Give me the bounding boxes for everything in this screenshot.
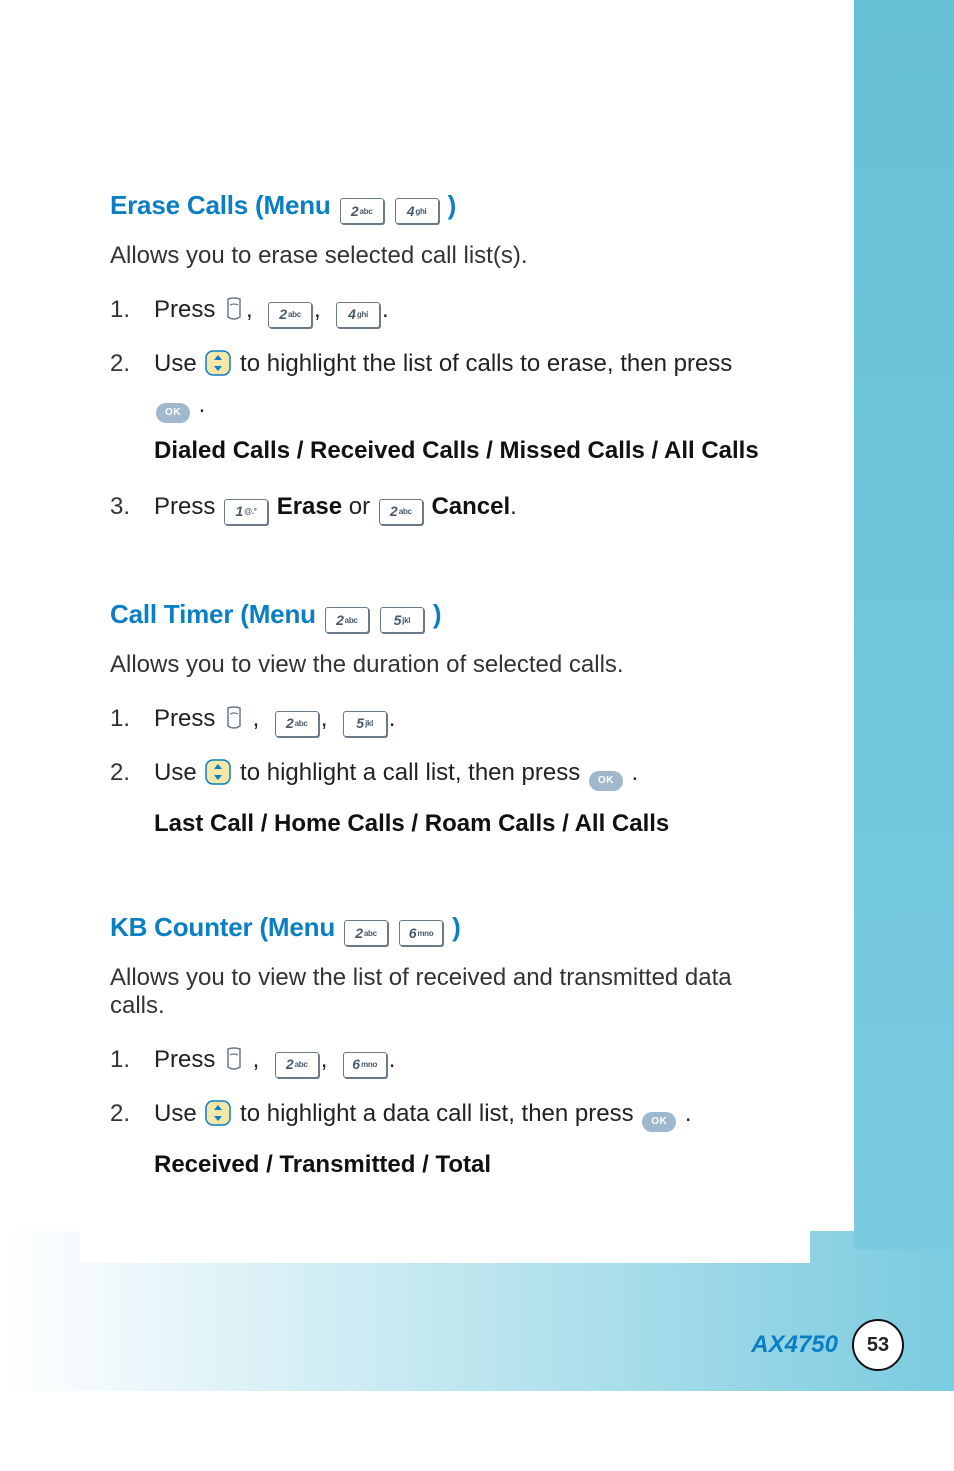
step-text: Use <box>154 1100 203 1127</box>
steps-kb: 1. Press , 2abc, 6mno. 2. Use <box>110 1042 770 1179</box>
lead-timer: Allows you to view the duration of selec… <box>110 651 770 679</box>
key-2-icon: 2abc <box>379 499 423 525</box>
manual-page: Erase Calls (Menu 2abc 4ghi ) Allows you… <box>0 0 954 1471</box>
key-2-icon: 2abc <box>325 607 369 633</box>
step-text: Use <box>154 350 203 377</box>
heading-text: KB Counter (Menu <box>110 912 342 942</box>
step-body: Press , 2abc, 6mno. <box>154 1042 770 1082</box>
softkey-icon <box>224 1046 244 1082</box>
step-text: Press <box>154 493 222 520</box>
step: 3. Press 1@.° Erase or 2abc Cancel. <box>110 489 770 525</box>
step-text: to highlight a call list, then press <box>240 759 587 786</box>
step-text: to highlight a data call list, then pres… <box>240 1100 640 1127</box>
model-name: AX4750 <box>751 1331 838 1359</box>
steps-erase: 1. Press , 2abc, 4ghi. 2. Use <box>110 292 770 525</box>
step-number: 2. <box>110 346 154 382</box>
lead-kb: Allows you to view the list of received … <box>110 964 770 1020</box>
step-body: Use to highlight a data call list, then … <box>154 1096 770 1137</box>
step: 2. Use to highlight the list of calls to… <box>110 346 770 423</box>
options-list: Dialed Calls / Received Calls / Missed C… <box>154 437 770 465</box>
nav-wheel-icon <box>205 350 231 387</box>
ok-icon: OK <box>589 771 623 791</box>
key-2-icon: 2abc <box>344 920 388 946</box>
step: 1. Press , 2abc, 6mno. <box>110 1042 770 1082</box>
heading-close: ) <box>448 190 456 220</box>
key-1-icon: 1@.° <box>224 499 268 525</box>
step: 1. Press , 2abc, 4ghi. <box>110 292 770 332</box>
key-2-icon: 2abc <box>340 198 384 224</box>
options-list: Last Call / Home Calls / Roam Calls / Al… <box>154 810 770 838</box>
step-text: Press <box>154 705 222 732</box>
ok-icon: OK <box>642 1112 676 1132</box>
key-5-icon: 5jkl <box>380 607 424 633</box>
step-body: Press , 2abc, 5jkl. <box>154 701 770 741</box>
heading-close: ) <box>452 912 460 942</box>
heading-erase-calls: Erase Calls (Menu 2abc 4ghi ) <box>110 190 770 224</box>
ok-icon: OK <box>156 403 190 423</box>
step-number: 1. <box>110 1042 154 1078</box>
action-cancel: Cancel <box>431 493 510 520</box>
key-5-icon: 5jkl <box>343 711 387 737</box>
heading-text: Erase Calls (Menu <box>110 190 338 220</box>
step-number: 1. <box>110 701 154 737</box>
steps-timer: 1. Press , 2abc, 5jkl. 2. Use <box>110 701 770 838</box>
step-text: Press <box>154 296 222 323</box>
step-number: 1. <box>110 292 154 328</box>
nav-wheel-icon <box>205 1100 231 1137</box>
step-text: or <box>349 493 377 520</box>
lead-erase: Allows you to erase selected call list(s… <box>110 242 770 270</box>
step-number: 3. <box>110 489 154 525</box>
action-erase: Erase <box>277 493 342 520</box>
key-2-icon: 2abc <box>275 711 319 737</box>
options-list: Received / Transmitted / Total <box>154 1151 770 1179</box>
softkey-icon <box>224 705 244 741</box>
key-4-icon: 4ghi <box>336 302 380 328</box>
heading-close: ) <box>433 599 441 629</box>
heading-call-timer: Call Timer (Menu 2abc 5jkl ) <box>110 599 770 633</box>
step: 2. Use to highlight a call list, then pr… <box>110 755 770 796</box>
step-body: Use to highlight the list of calls to er… <box>154 346 770 423</box>
step-text: Use <box>154 759 203 786</box>
side-accent-band <box>854 0 954 1250</box>
step-number: 2. <box>110 1096 154 1132</box>
step-text: to highlight the list of calls to erase,… <box>240 350 732 377</box>
step-number: 2. <box>110 755 154 791</box>
heading-kb-counter: KB Counter (Menu 2abc 6mno ) <box>110 912 770 946</box>
key-6-icon: 6mno <box>343 1052 387 1078</box>
key-6-icon: 6mno <box>399 920 443 946</box>
key-2-icon: 2abc <box>275 1052 319 1078</box>
step-body: Use to highlight a call list, then press… <box>154 755 770 796</box>
heading-text: Call Timer (Menu <box>110 599 323 629</box>
nav-wheel-icon <box>205 759 231 796</box>
key-4-icon: 4ghi <box>395 198 439 224</box>
page-footer: AX4750 53 <box>751 1319 904 1371</box>
step: 2. Use to highlight a data call list, th… <box>110 1096 770 1137</box>
step-body: Press , 2abc, 4ghi. <box>154 292 770 332</box>
step-text: Press <box>154 1046 222 1073</box>
page-number: 53 <box>852 1319 904 1371</box>
softkey-icon <box>224 296 244 332</box>
key-2-icon: 2abc <box>268 302 312 328</box>
step-body: Press 1@.° Erase or 2abc Cancel. <box>154 489 770 525</box>
content-area: Erase Calls (Menu 2abc 4ghi ) Allows you… <box>80 150 810 1263</box>
step: 1. Press , 2abc, 5jkl. <box>110 701 770 741</box>
